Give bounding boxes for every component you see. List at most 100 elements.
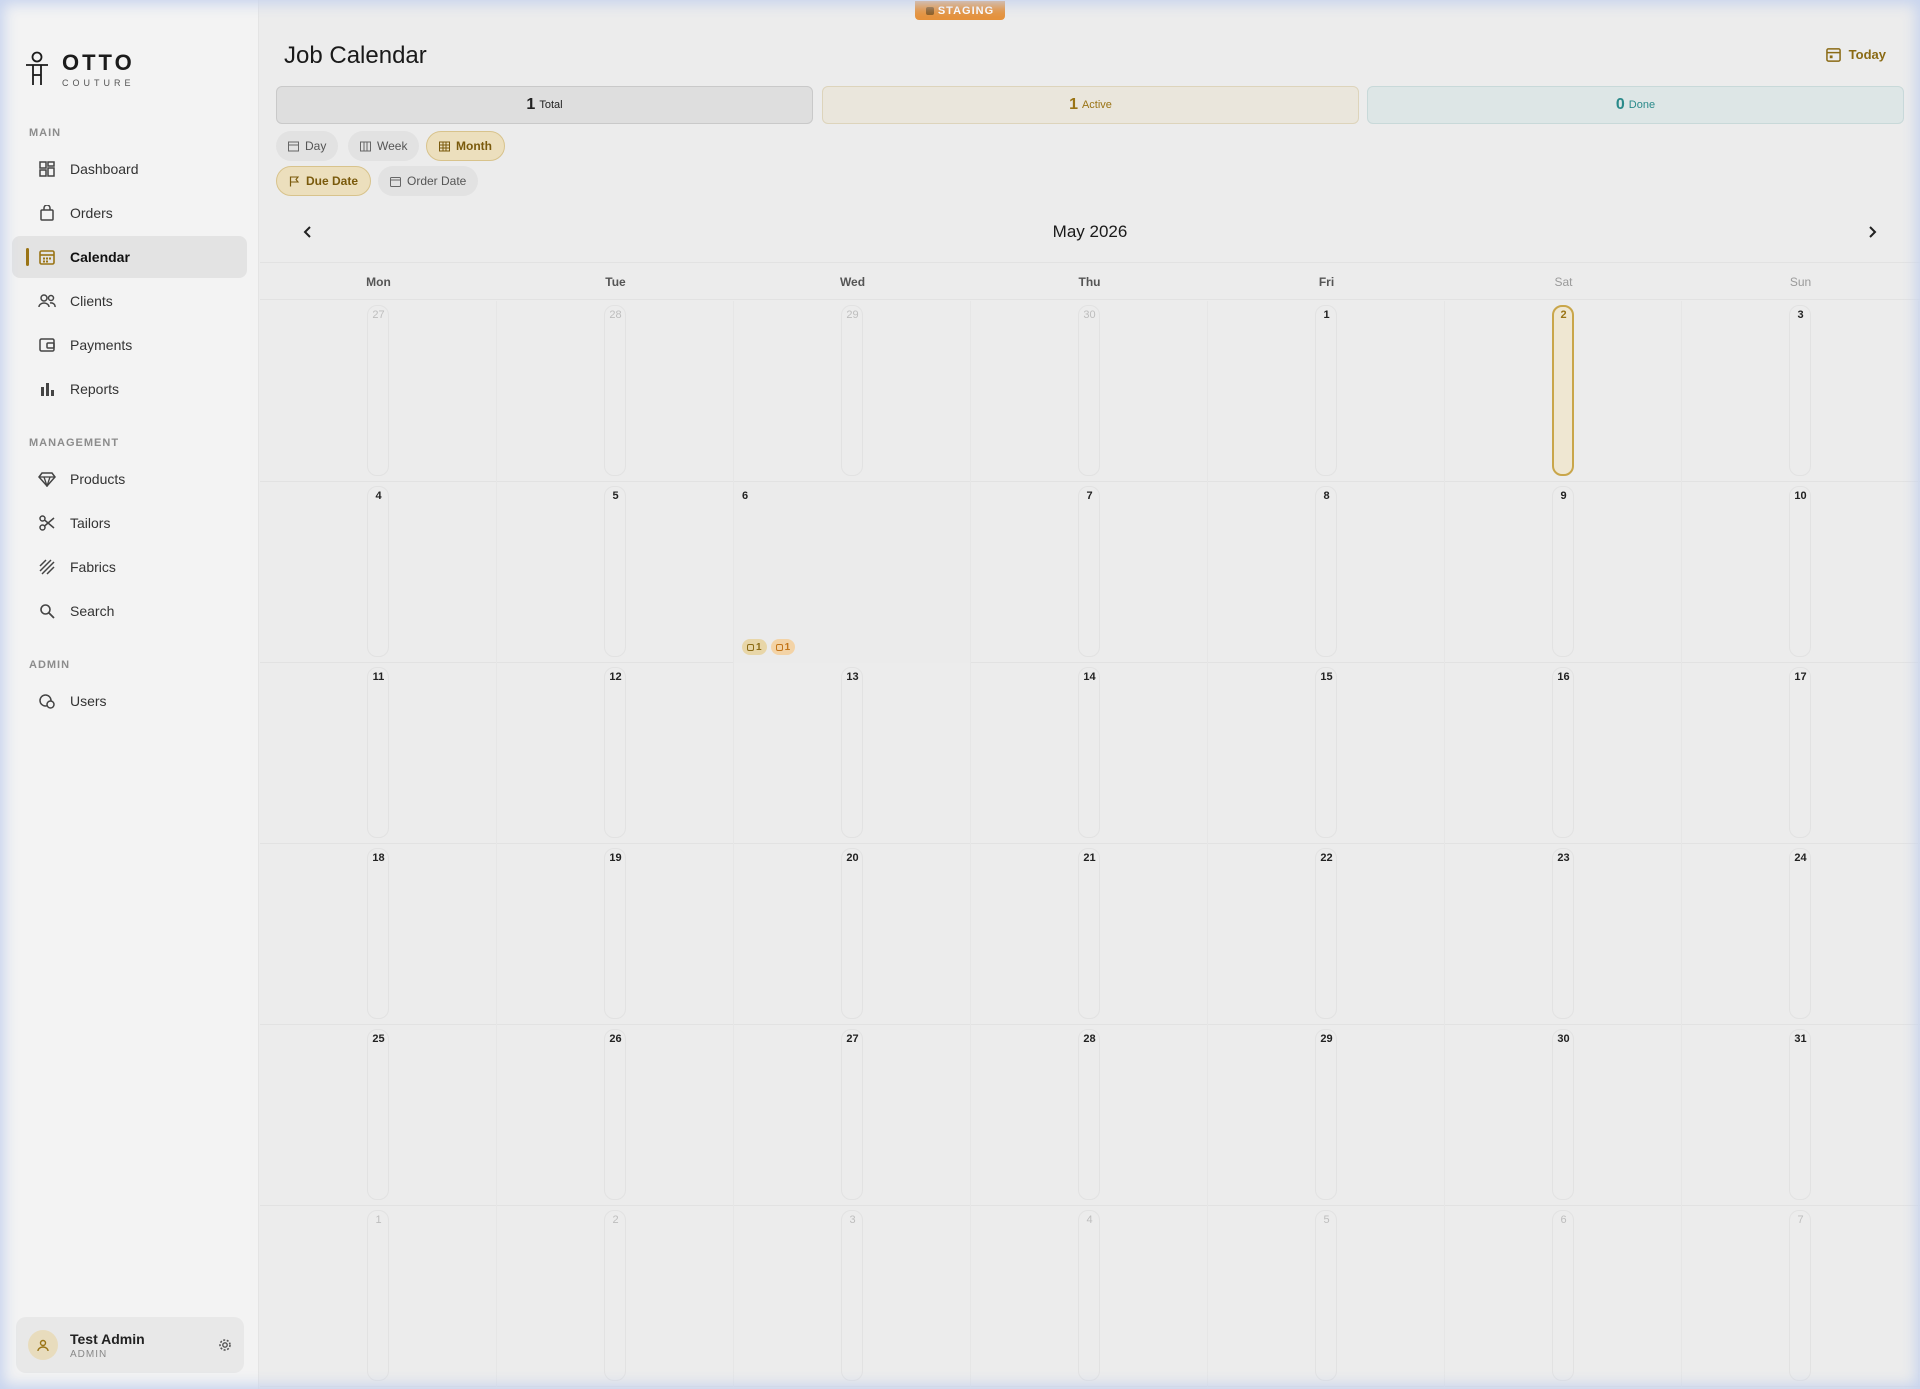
view-month-button[interactable]: Month (426, 131, 505, 161)
calendar-day-cell[interactable]: 4 (260, 482, 497, 663)
day-cell-strip (604, 305, 626, 476)
day-view-icon (288, 141, 299, 152)
sidebar-item-clients[interactable]: Clients (12, 280, 247, 322)
day-cell-strip (1789, 486, 1811, 657)
day-number: 6 (1560, 1214, 1567, 1226)
staging-label: STAGING (937, 4, 995, 17)
sidebar-item-label: Fabrics (70, 559, 116, 575)
gear-icon[interactable] (218, 1338, 232, 1352)
sidebar-item-fabrics[interactable]: Fabrics (12, 546, 247, 588)
calendar-day-cell[interactable]: 8 (1208, 482, 1445, 663)
sidebar-item-products[interactable]: Products (12, 458, 247, 500)
sidebar-item-payments[interactable]: Payments (12, 324, 247, 366)
due-date-button[interactable]: Due Date (276, 166, 372, 196)
calendar-day-cell[interactable]: 23 (1445, 844, 1682, 1025)
weekday-header-row: Mon Tue Wed Thu Fri Sat Sun (260, 262, 1920, 300)
calendar-day-cell[interactable]: 3 (1682, 301, 1919, 482)
calendar-day-cell[interactable]: 20 (734, 844, 971, 1025)
calendar-day-cell[interactable]: 28 (497, 301, 734, 482)
chevron-right-icon (1869, 226, 1877, 238)
day-number: 1 (375, 1214, 382, 1226)
calendar-day-cell[interactable]: 16 (1445, 663, 1682, 844)
calendar-day-cell[interactable]: 2 (497, 1206, 734, 1387)
calendar-day-cell[interactable]: 28 (971, 1025, 1208, 1206)
job-count-chip[interactable]: 1 (742, 639, 767, 655)
sidebar-item-orders[interactable]: Orders (12, 192, 247, 234)
calendar-day-cell[interactable]: 14 (971, 663, 1208, 844)
calendar-day-cell[interactable]: 2 (1445, 301, 1682, 482)
stat-done-label: Done (1628, 99, 1656, 111)
day-cell-strip (1789, 1210, 1811, 1381)
day-cell-strip (1078, 848, 1100, 1019)
day-number: 2 (612, 1214, 619, 1226)
calendar-day-cell[interactable]: 25 (260, 1025, 497, 1206)
sidebar-item-search[interactable]: Search (12, 590, 247, 632)
calendar-day-cell[interactable]: 4 (971, 1206, 1208, 1387)
calendar-day-cell[interactable]: 29 (1208, 1025, 1445, 1206)
day-cell-strip (1789, 667, 1811, 838)
day-cell-strip (604, 1029, 626, 1200)
calendar-day-cell[interactable]: 10 (1682, 482, 1919, 663)
day-cell-strip (1078, 1029, 1100, 1200)
calendar-day-cell[interactable]: 26 (497, 1025, 734, 1206)
calendar-day-cell[interactable]: 27 (734, 1025, 971, 1206)
order-date-button[interactable]: Order Date (378, 166, 479, 196)
weekday-header: Sat (1554, 275, 1573, 289)
day-number: 7 (1086, 490, 1093, 502)
day-number: 20 (846, 852, 859, 864)
calendar-day-cell[interactable]: 1 (1208, 301, 1445, 482)
sidebar-item-label: Tailors (70, 515, 111, 531)
calendar-day-cell[interactable]: 7 (971, 482, 1208, 663)
calendar-day-cell[interactable]: 22 (1208, 844, 1445, 1025)
calendar-day-cell[interactable]: 611 (734, 482, 971, 663)
calendar-day-cell[interactable]: 21 (971, 844, 1208, 1025)
calendar-day-cell[interactable]: 1 (260, 1206, 497, 1387)
calendar-day-cell[interactable]: 3 (734, 1206, 971, 1387)
bag-icon (747, 643, 754, 651)
sidebar-item-dashboard[interactable]: Dashboard (12, 148, 247, 190)
calendar-day-cell[interactable]: 7 (1682, 1206, 1919, 1387)
calendar-day-cell[interactable]: 30 (1445, 1025, 1682, 1206)
view-day-button[interactable]: Day (276, 131, 339, 161)
today-button[interactable]: Today (1825, 47, 1886, 62)
brand-logo[interactable]: OTTO COUTURE (24, 50, 135, 88)
day-number: 18 (372, 852, 385, 864)
calendar-day-cell[interactable]: 27 (260, 301, 497, 482)
calendar-day-cell[interactable]: 15 (1208, 663, 1445, 844)
calendar-icon (1825, 47, 1841, 62)
calendar-day-cell[interactable]: 19 (497, 844, 734, 1025)
sidebar-item-tailors[interactable]: Tailors (12, 502, 247, 544)
user-profile-card[interactable]: Test Admin ADMIN (16, 1317, 244, 1373)
day-number: 1 (1323, 309, 1330, 321)
brand-name: OTTO (62, 50, 135, 75)
calendar-day-cell[interactable]: 18 (260, 844, 497, 1025)
next-month-button[interactable] (1860, 220, 1884, 244)
sidebar-item-users[interactable]: Users (12, 680, 247, 722)
calendar-day-cell[interactable]: 5 (1208, 1206, 1445, 1387)
calendar-day-cell[interactable]: 5 (497, 482, 734, 663)
stat-total: 1 Total (276, 86, 813, 124)
calendar-day-cell[interactable]: 9 (1445, 482, 1682, 663)
day-cell-strip (1789, 848, 1811, 1019)
active-count-chip[interactable]: 1 (770, 639, 796, 655)
calendar-day-cell[interactable]: 13 (734, 663, 971, 844)
day-number: 13 (846, 671, 859, 683)
event-chips: 11 (742, 639, 796, 655)
calendar-day-cell[interactable]: 31 (1682, 1025, 1919, 1206)
day-cell-strip (604, 1210, 626, 1381)
section-label-admin: ADMIN (29, 659, 71, 671)
calendar-day-cell[interactable]: 17 (1682, 663, 1919, 844)
view-week-button[interactable]: Week (348, 131, 420, 161)
sidebar-item-calendar[interactable]: Calendar (12, 236, 247, 278)
bar-chart-icon (38, 380, 56, 398)
calendar-day-cell[interactable]: 29 (734, 301, 971, 482)
day-number: 24 (1794, 852, 1807, 864)
day-cell-strip (604, 667, 626, 838)
month-view-icon (439, 141, 450, 152)
calendar-day-cell[interactable]: 11 (260, 663, 497, 844)
calendar-day-cell[interactable]: 12 (497, 663, 734, 844)
calendar-day-cell[interactable]: 6 (1445, 1206, 1682, 1387)
calendar-day-cell[interactable]: 30 (971, 301, 1208, 482)
sidebar-item-reports[interactable]: Reports (12, 368, 247, 410)
calendar-day-cell[interactable]: 24 (1682, 844, 1919, 1025)
